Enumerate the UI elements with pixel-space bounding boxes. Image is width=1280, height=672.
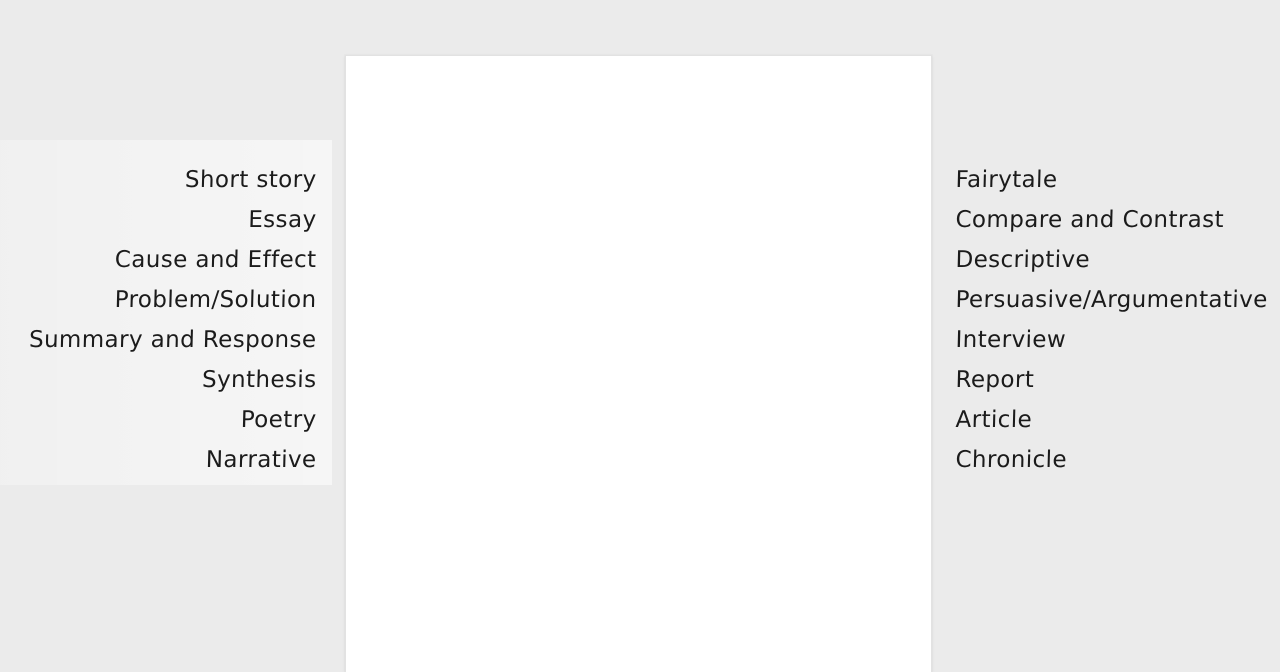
list-item[interactable]: Problem/Solution bbox=[0, 280, 317, 320]
list-item[interactable]: Descriptive bbox=[955, 240, 1276, 280]
list-item[interactable]: Article bbox=[955, 400, 1276, 440]
blank-document-page[interactable] bbox=[345, 55, 932, 672]
list-item[interactable]: Short story bbox=[0, 160, 317, 200]
list-item[interactable]: Summary and Response bbox=[0, 320, 317, 360]
list-item[interactable]: Narrative bbox=[0, 440, 317, 480]
list-item[interactable]: Essay bbox=[0, 200, 317, 240]
left-term-list: Short story Essay Cause and Effect Probl… bbox=[0, 160, 317, 480]
list-item[interactable]: Chronicle bbox=[955, 440, 1276, 480]
list-item[interactable]: Cause and Effect bbox=[0, 240, 317, 280]
list-item[interactable]: Synthesis bbox=[0, 360, 317, 400]
list-item[interactable]: Fairytale bbox=[955, 160, 1276, 200]
list-item[interactable]: Compare and Contrast bbox=[955, 200, 1276, 240]
slide-canvas: Short story Essay Cause and Effect Probl… bbox=[0, 0, 1280, 672]
list-item[interactable]: Interview bbox=[955, 320, 1276, 360]
right-term-list: Fairytale Compare and Contrast Descripti… bbox=[955, 160, 1275, 480]
list-item[interactable]: Poetry bbox=[0, 400, 317, 440]
list-item[interactable]: Report bbox=[955, 360, 1276, 400]
list-item[interactable]: Persuasive/Argumentative bbox=[955, 280, 1276, 320]
